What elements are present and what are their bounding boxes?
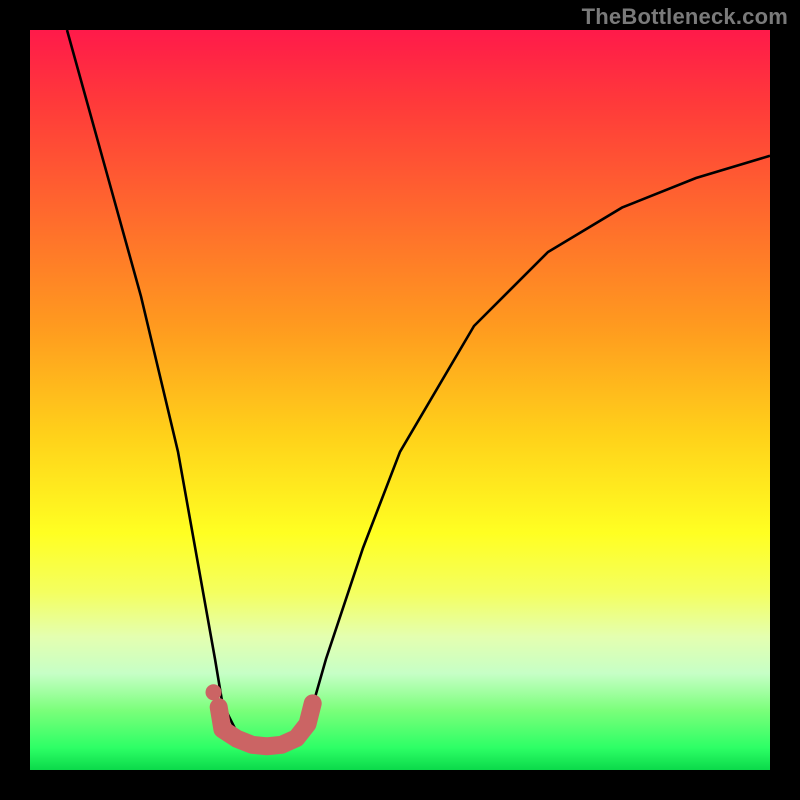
- chart-svg: [30, 30, 770, 770]
- highlight-dot: [206, 684, 222, 700]
- watermark-text: TheBottleneck.com: [582, 4, 788, 30]
- chart-frame: TheBottleneck.com: [0, 0, 800, 800]
- series-curve: [67, 30, 770, 748]
- plot-area: [30, 30, 770, 770]
